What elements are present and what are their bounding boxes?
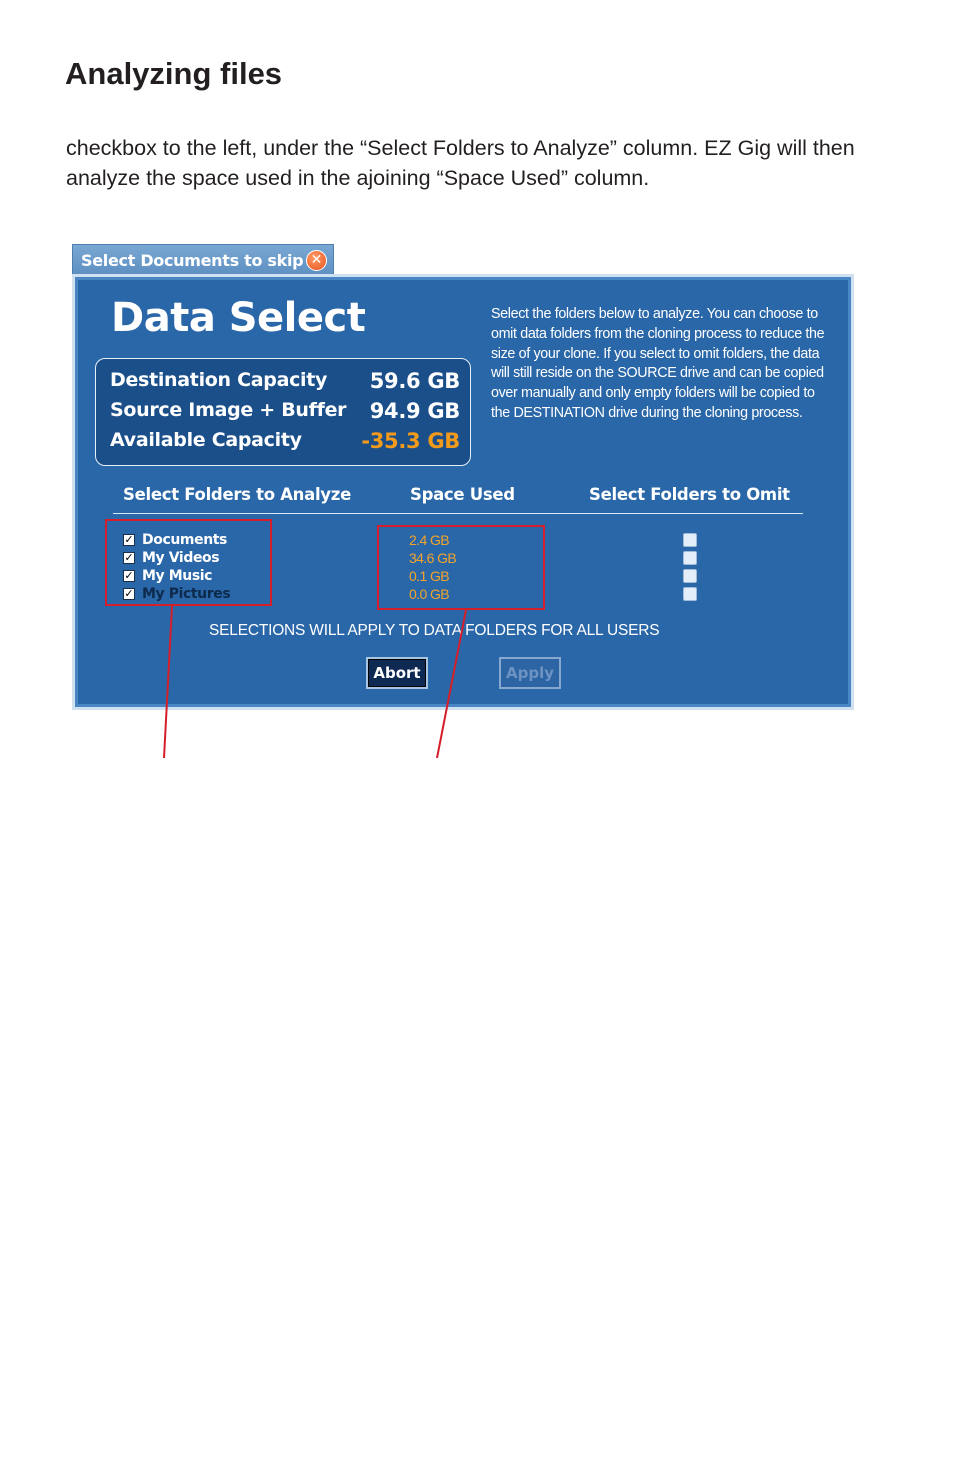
omit-checkbox-list (683, 533, 697, 605)
page-heading: Analyzing files (65, 56, 283, 91)
abort-button[interactable]: Abort (366, 657, 428, 689)
destination-capacity-value: 59.6 GB (369, 369, 461, 393)
omit-checkbox-my-pictures[interactable] (683, 587, 697, 601)
capacity-box: Destination Capacity 59.6 GB Source Imag… (95, 358, 471, 466)
source-capacity-row: Source Image + Buffer 94.9 GB (110, 399, 460, 429)
dialog-description: Select the folders below to analyze. You… (491, 306, 825, 421)
dialog-tab-title: Select Documents to skip (81, 251, 304, 270)
destination-capacity-label: Destination Capacity (110, 369, 328, 391)
column-header-omit: Select Folders to Omit (589, 485, 790, 504)
column-header-analyze: Select Folders to Analyze (123, 485, 351, 504)
source-capacity-value: 94.9 GB (369, 399, 461, 423)
apply-button[interactable]: Apply (499, 657, 561, 689)
dialog-title: Data Select (111, 295, 366, 341)
dialog-title-tab: Select Documents to skip ✕ (72, 244, 334, 275)
column-divider (113, 513, 803, 514)
destination-capacity-row: Destination Capacity 59.6 GB (110, 369, 460, 399)
source-capacity-label: Source Image + Buffer (110, 399, 347, 421)
dialog-panel: Data Select Destination Capacity 59.6 GB… (72, 274, 854, 710)
available-capacity-label: Available Capacity (110, 429, 302, 451)
omit-checkbox-my-music[interactable] (683, 569, 697, 583)
body-paragraph: checkbox to the left, under the “Select … (66, 136, 855, 190)
omit-checkbox-documents[interactable] (683, 533, 697, 547)
column-header-space-used: Space Used (410, 485, 515, 504)
data-select-dialog: Select Documents to skip ✕ Data Select D… (72, 244, 854, 710)
annotation-leaders (163, 605, 467, 759)
available-capacity-row: Available Capacity -35.3 GB (110, 429, 460, 459)
selection-notice: SELECTIONS WILL APPLY TO DATA FOLDERS FO… (209, 622, 660, 639)
close-icon[interactable]: ✕ (306, 250, 327, 271)
available-capacity-value: -35.3 GB (361, 429, 460, 453)
annotation-box-folders (105, 519, 272, 606)
omit-checkbox-my-videos[interactable] (683, 551, 697, 565)
annotation-box-space-used (377, 525, 545, 610)
